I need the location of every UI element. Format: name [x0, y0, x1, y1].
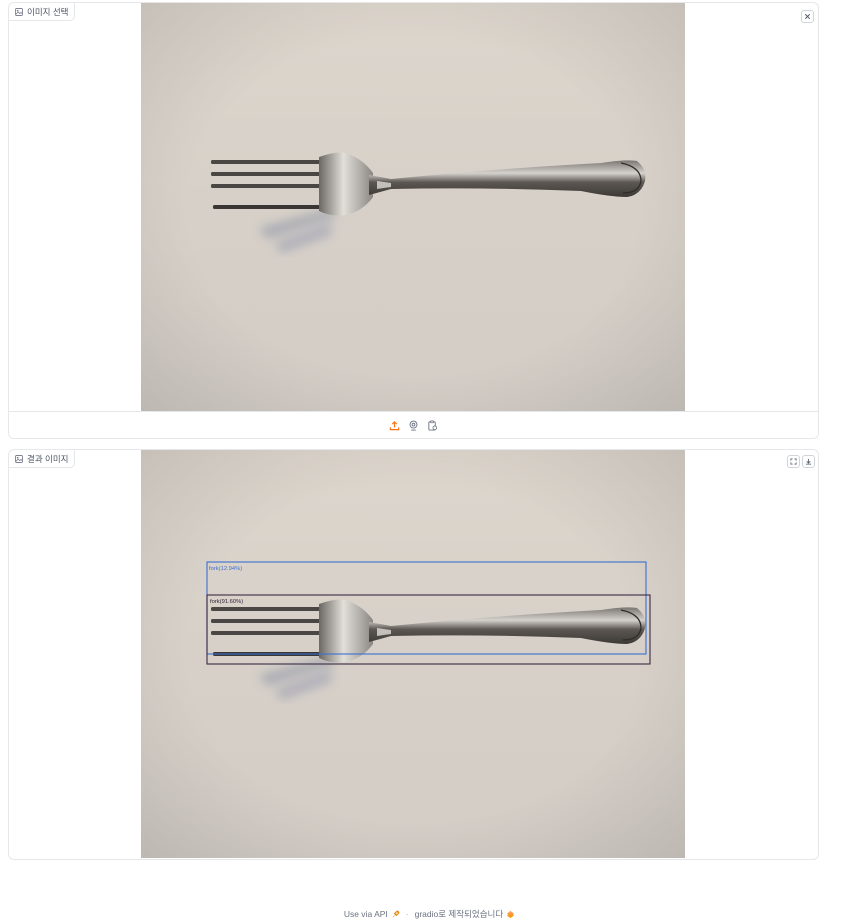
result-image-label: 결과 이미지	[9, 450, 76, 468]
fullscreen-icon	[790, 458, 797, 465]
rocket-icon	[392, 910, 400, 917]
webcam-source-button[interactable]	[407, 419, 420, 432]
footer-separator: ·	[405, 909, 409, 919]
close-icon	[804, 13, 811, 20]
upload-source-button[interactable]	[388, 419, 401, 432]
upload-icon	[389, 420, 400, 430]
input-image	[141, 3, 685, 411]
gradio-logo-icon	[507, 910, 515, 918]
detection-label-2: fork(91.60%)	[210, 599, 243, 605]
image-icon	[15, 7, 23, 16]
webcam-icon	[409, 420, 418, 431]
clipboard-source-button[interactable]	[426, 419, 439, 432]
image-input-panel: 이미지 선택	[8, 2, 819, 439]
result-image: fork(12.94%) fork(91.60%)	[141, 450, 685, 859]
detection-label-1: fork(12.94%)	[209, 566, 242, 572]
use-via-api-link[interactable]: Use via API	[344, 909, 400, 919]
image-source-toolbar	[9, 411, 818, 438]
result-image-panel: 결과 이미지 fork(12.94%) fork(91.60%)	[8, 449, 819, 860]
footer: Use via API · gradio로 제작되었습니다	[0, 906, 859, 922]
fullscreen-button[interactable]	[787, 455, 800, 468]
download-icon	[805, 458, 812, 465]
clear-image-button[interactable]	[801, 10, 814, 23]
built-with-gradio-link[interactable]: gradio로 제작되었습니다	[415, 908, 516, 920]
image-input-label: 이미지 선택	[9, 3, 76, 21]
download-button[interactable]	[802, 455, 815, 468]
clipboard-icon	[428, 420, 438, 431]
image-icon	[15, 454, 23, 463]
